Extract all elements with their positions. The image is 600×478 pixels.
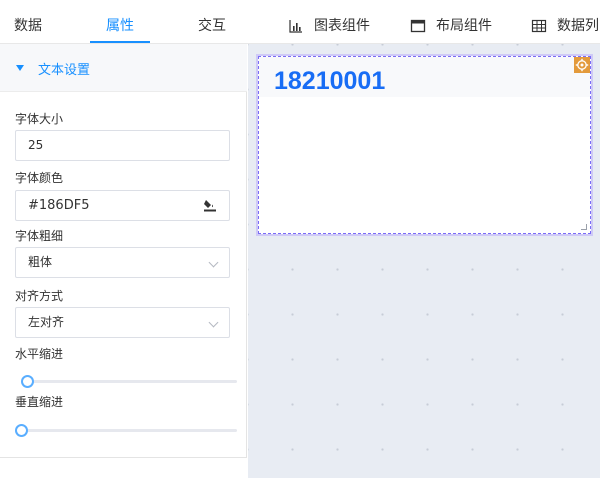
table-grid-icon — [531, 19, 547, 33]
text-widget[interactable]: 18210001 — [258, 56, 591, 234]
slider-track — [21, 380, 237, 383]
layout-components-label: 布局组件 — [436, 18, 492, 34]
slider-track — [15, 429, 237, 432]
font-size-input[interactable]: 25 — [15, 130, 230, 161]
resize-handle[interactable] — [581, 224, 587, 230]
slider-thumb[interactable] — [15, 424, 28, 437]
font-weight-select[interactable]: 粗体 — [15, 247, 230, 278]
text-settings-header[interactable]: 文本设置 — [0, 44, 247, 92]
v-indent-label: 垂直缩进 — [15, 395, 64, 409]
bar-chart-icon — [289, 20, 302, 33]
font-color-value: #186DF5 — [28, 198, 90, 213]
h-indent-label: 水平缩进 — [15, 347, 64, 361]
font-color-label: 字体颜色 — [15, 171, 64, 185]
data-columns-label: 数据列 — [557, 18, 599, 34]
chevron-down-icon — [208, 317, 219, 328]
tab-data[interactable]: 数据 — [14, 16, 42, 36]
caret-down-icon — [16, 65, 24, 71]
chevron-down-icon — [208, 257, 219, 268]
font-size-value: 25 — [28, 138, 44, 152]
section-title: 文本设置 — [38, 63, 91, 78]
align-label: 对齐方式 — [15, 289, 64, 303]
layout-window-icon — [410, 19, 426, 33]
slider-thumb[interactable] — [21, 375, 34, 388]
font-color-input[interactable]: #186DF5 — [15, 190, 230, 221]
font-weight-label: 字体粗细 — [15, 229, 64, 243]
v-indent-slider[interactable] — [15, 424, 237, 437]
top-toolbar: 数据 属性 交互 图表组件 布局组件 数据列 — [0, 0, 600, 44]
font-weight-value: 粗体 — [28, 255, 53, 269]
align-select[interactable]: 左对齐 — [15, 307, 230, 338]
active-tab-indicator — [90, 41, 150, 43]
h-indent-slider[interactable] — [21, 375, 237, 388]
font-size-label: 字体大小 — [15, 112, 64, 126]
tab-properties[interactable]: 属性 — [106, 16, 134, 36]
paint-bucket-icon[interactable] — [203, 198, 217, 212]
widget-text: 18210001 — [274, 67, 386, 95]
tab-interaction[interactable]: 交互 — [198, 16, 226, 36]
align-value: 左对齐 — [28, 315, 65, 329]
gear-icon[interactable] — [574, 57, 590, 73]
properties-panel: 文本设置 字体大小 25 字体颜色 #186DF5 字体粗细 粗体 对齐方式 左… — [0, 44, 247, 458]
chart-components-label: 图表组件 — [314, 18, 370, 34]
